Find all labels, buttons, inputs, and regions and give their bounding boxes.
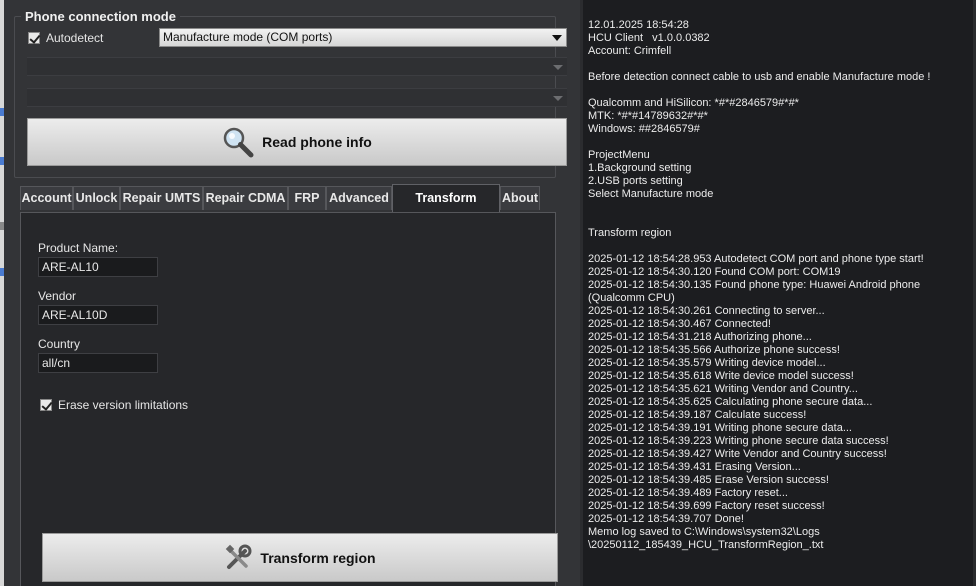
chevron-down-icon xyxy=(553,65,563,70)
tab-frp[interactable]: FRP xyxy=(288,186,326,210)
magnifier-icon xyxy=(223,127,254,158)
log-memo: 12.01.2025 18:54:28 HCU Client v1.0.0.03… xyxy=(588,19,931,551)
product-name-field[interactable]: ARE-AL10 xyxy=(38,257,158,277)
connection-mode-value: Manufacture mode (COM ports) xyxy=(163,30,333,44)
log-pane[interactable]: 12.01.2025 18:54:28 HCU Client v1.0.0.03… xyxy=(583,0,976,586)
tab-repair-cdma[interactable]: Repair CDMA xyxy=(203,186,288,210)
tab-repair-umts[interactable]: Repair UMTS xyxy=(120,186,203,210)
vendor-label: Vendor xyxy=(38,289,77,303)
left-pane: Phone connection mode Autodetect Manufac… xyxy=(4,0,580,586)
connection-mode-select[interactable]: Manufacture mode (COM ports) xyxy=(159,28,567,47)
transform-region-button[interactable]: Transform region xyxy=(42,533,558,582)
product-name-label: Product Name: xyxy=(38,241,119,255)
tab-transform-region[interactable]: Transform Region xyxy=(392,184,500,231)
read-phone-info-button[interactable]: Read phone info xyxy=(27,118,567,166)
country-field[interactable]: all/cn xyxy=(38,353,158,373)
vendor-field[interactable]: ARE-AL10D xyxy=(38,305,158,325)
tab-unlock[interactable]: Unlock xyxy=(73,186,120,210)
country-label: Country xyxy=(38,337,81,351)
tab-advanced[interactable]: Advanced xyxy=(326,186,392,210)
autodetect-label: Autodetect xyxy=(46,31,104,45)
tab-about[interactable]: About xyxy=(500,186,540,210)
transform-region-panel: Product Name: ARE-AL10 Vendor ARE-AL10D … xyxy=(20,212,558,586)
read-phone-info-label: Read phone info xyxy=(262,134,372,150)
transform-region-label: Transform region xyxy=(260,549,376,566)
port-select[interactable] xyxy=(27,57,567,76)
chevron-down-icon xyxy=(553,96,563,101)
tools-icon xyxy=(226,544,252,569)
tab-account[interactable]: Account xyxy=(20,186,73,210)
erase-version-label: Erase version limitations xyxy=(58,398,189,412)
phone-connection-title: Phone connection mode xyxy=(21,9,180,24)
chevron-down-icon xyxy=(552,35,562,41)
phone-type-select[interactable] xyxy=(27,88,567,107)
phone-connection-group: Phone connection mode Autodetect Manufac… xyxy=(14,9,567,178)
autodetect-checkbox[interactable] xyxy=(28,32,40,44)
erase-version-checkbox[interactable] xyxy=(40,399,52,411)
